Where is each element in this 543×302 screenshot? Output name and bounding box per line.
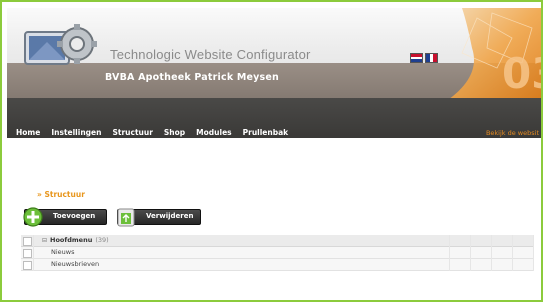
delete-button[interactable]: Verwijderen: [117, 208, 201, 227]
tree-item-label: Nieuws: [51, 248, 75, 256]
configurator-logo-icon: [24, 24, 97, 65]
nav-menu: Home Instellingen Structuur Shop Modules…: [16, 128, 288, 137]
main-nav: Home Instellingen Structuur Shop Modules…: [7, 98, 541, 138]
section-title: » Structuur: [37, 190, 85, 199]
french-flag-icon[interactable]: [425, 53, 438, 63]
row-checkbox[interactable]: [23, 261, 32, 270]
nav-item-shop[interactable]: Shop: [164, 128, 185, 137]
row-checkbox[interactable]: [23, 249, 32, 258]
app-title: Technologic Website Configurator: [110, 47, 311, 62]
decor-number: 03: [502, 49, 541, 98]
view-website-link[interactable]: Bekijk de websit: [486, 129, 539, 137]
client-name: BVBA Apotheek Patrick Meysen: [105, 72, 280, 83]
group-name: Hoofdmenu: [50, 236, 93, 244]
dutch-flag-icon[interactable]: [410, 53, 423, 63]
delete-button-label: Verwijderen: [146, 212, 194, 220]
add-button-label: Toevoegen: [53, 212, 96, 220]
nav-item-modules[interactable]: Modules: [196, 128, 231, 137]
tree-item-label: Nieuwsbrieven: [51, 260, 100, 268]
tree-item-row[interactable]: Nieuwsbrieven: [21, 259, 534, 271]
page-frame: Technologic Website Configurator BVBA Ap…: [0, 0, 543, 302]
nav-item-home[interactable]: Home: [16, 128, 40, 137]
recycle-bin-icon: [117, 208, 135, 227]
add-button[interactable]: Toevoegen: [23, 207, 107, 227]
row-checkbox[interactable]: [23, 237, 32, 246]
header-decoration: 03: [442, 8, 541, 104]
tree-item-row[interactable]: Nieuws: [21, 247, 534, 259]
language-flags: [410, 53, 438, 63]
group-count: (39): [95, 236, 109, 244]
structure-tree: ⊟ Hoofdmenu (39) Nieuws Nieuwsbrieven: [21, 235, 534, 271]
nav-item-structuur[interactable]: Structuur: [112, 128, 152, 137]
nav-item-prullenbak[interactable]: Prullenbak: [243, 128, 289, 137]
tree-group-row[interactable]: ⊟ Hoofdmenu (39): [21, 235, 534, 247]
app-header: Technologic Website Configurator BVBA Ap…: [7, 8, 541, 104]
nav-item-instellingen[interactable]: Instellingen: [51, 128, 101, 137]
collapse-icon[interactable]: ⊟: [42, 237, 47, 244]
plus-icon: [23, 207, 43, 227]
